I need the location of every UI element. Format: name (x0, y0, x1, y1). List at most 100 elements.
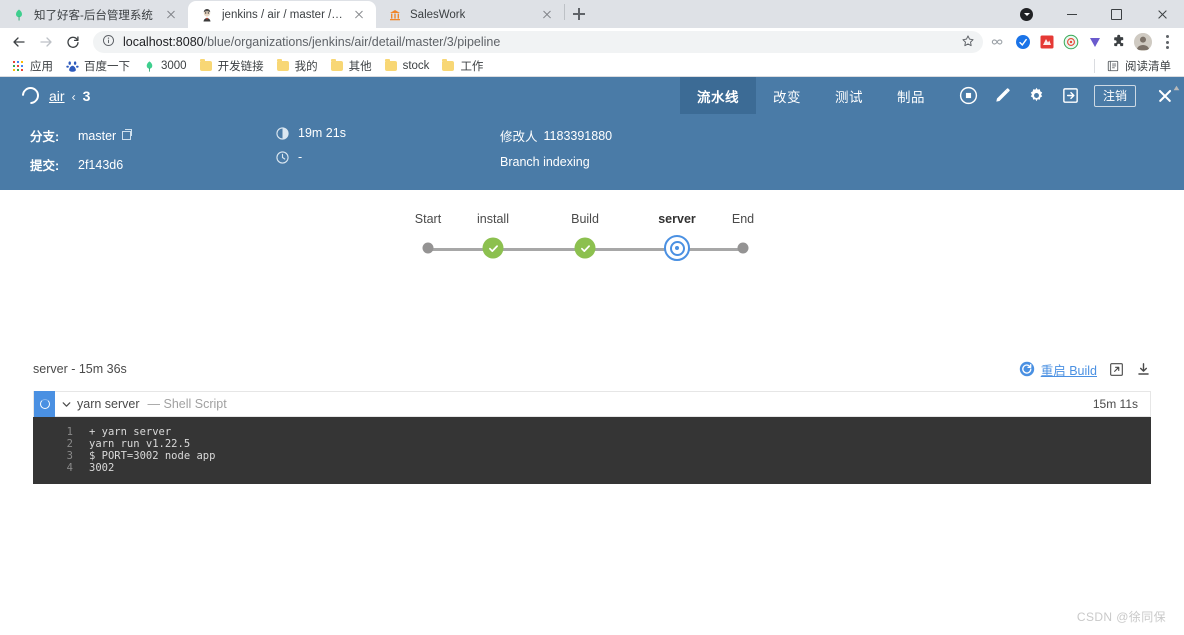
bookmark-label: 开发链接 (217, 61, 264, 73)
close-icon[interactable] (1139, 0, 1184, 28)
line-number: 2 (66, 438, 73, 450)
url-path: /blue/organizations/jenkins/air/detail/m… (203, 35, 501, 49)
avatar[interactable] (1132, 31, 1154, 53)
branch-value[interactable]: master (78, 129, 116, 143)
cause-row: Branch indexing (500, 155, 1184, 169)
external-link-icon[interactable] (122, 129, 133, 140)
console-line: 4 3002 (33, 462, 1151, 474)
extensions-puzzle-icon[interactable] (1108, 31, 1130, 53)
scroll-up-arrow-icon[interactable] (1172, 80, 1181, 91)
graph-node-end[interactable] (737, 242, 749, 254)
log-header: server - 15m 36s 重启 Build (33, 355, 1151, 383)
graph-node-build[interactable] (574, 237, 596, 259)
breadcrumb: air ‹ 3 (49, 88, 90, 104)
edit-pipeline-icon[interactable] (986, 77, 1020, 114)
folder-icon (330, 59, 344, 73)
log-title: server - 15m 36s (33, 362, 127, 376)
extension-blue-icon[interactable] (1012, 31, 1034, 53)
folder-icon (384, 59, 398, 73)
settings-gear-icon[interactable] (1020, 77, 1054, 114)
reading-list-button[interactable]: 阅读清单 (1101, 57, 1176, 75)
run-metadata: 分支: master 提交: 2f143d6 19m 21s - 修改人 118… (0, 114, 1184, 190)
graph-node-label-server: server (658, 212, 696, 226)
kebab-menu-icon[interactable] (1156, 31, 1178, 53)
bookmark-label: 我的 (294, 61, 318, 73)
changed-by-row: 修改人 1183391880 (500, 126, 1184, 145)
breadcrumb-project[interactable]: air (49, 88, 65, 104)
folder-icon (199, 59, 213, 73)
commit-row: 提交: 2f143d6 (30, 155, 275, 174)
reading-list-icon (1106, 59, 1120, 73)
download-icon[interactable] (1135, 361, 1151, 377)
minimize-icon[interactable] (1049, 0, 1094, 28)
cause-value: Branch indexing (500, 155, 590, 169)
graph-edge (493, 248, 585, 251)
browser-toolbar: localhost:8080/blue/organizations/jenkin… (0, 28, 1184, 56)
stop-run-icon[interactable] (952, 77, 986, 114)
tab-artifacts[interactable]: 制品 (880, 77, 942, 114)
queued-row: - (275, 150, 500, 164)
console-line: 3 $ PORT=3002 node app (33, 450, 1151, 462)
restart-build-label[interactable]: 重启 Build (1041, 360, 1097, 379)
browser-tab-3[interactable]: SalesWork (376, 1, 564, 28)
bookmark-stock[interactable]: stock (379, 58, 435, 74)
bookmark-3000[interactable]: 3000 (137, 58, 192, 74)
metadata-col-branch: 分支: master 提交: 2f143d6 (30, 126, 275, 174)
tab-changes[interactable]: 改变 (756, 77, 818, 114)
commit-value[interactable]: 2f143d6 (78, 158, 123, 172)
tab-tests[interactable]: 测试 (818, 77, 880, 114)
back-icon[interactable] (6, 29, 32, 55)
console-output[interactable]: 1 + yarn server 2 yarn run v1.22.5 3 $ P… (33, 417, 1151, 484)
extension-v-icon[interactable] (1084, 31, 1106, 53)
graph-node-server[interactable] (664, 235, 690, 261)
log-header-actions: 重启 Build (1019, 360, 1151, 379)
step-row[interactable]: yarn server — Shell Script 15m 11s (33, 391, 1151, 417)
logout-arrow-icon[interactable] (1054, 77, 1088, 114)
tab-close-icon[interactable] (539, 7, 555, 23)
line-text: $ PORT=3002 node app (89, 450, 216, 462)
bookmark-label: 3000 (161, 60, 187, 72)
chevron-down-icon[interactable] (55, 399, 77, 410)
site-info-icon[interactable] (102, 34, 115, 50)
line-text: 3002 (89, 462, 115, 474)
maximize-icon[interactable] (1094, 0, 1139, 28)
browser-tab-1[interactable]: 知了好客-后台管理系统 (0, 1, 188, 28)
download-chevron-icon[interactable] (1004, 0, 1049, 28)
clock-icon (275, 150, 289, 164)
duration-row: 19m 21s (275, 126, 500, 140)
bookmark-star-icon[interactable] (961, 34, 975, 51)
address-bar[interactable]: localhost:8080/blue/organizations/jenkin… (93, 31, 983, 53)
browser-tab-strip: 知了好客-后台管理系统 jenkins / air / master / #3 (0, 0, 1184, 28)
metadata-col-timing: 19m 21s - (275, 126, 500, 174)
bookmark-apps[interactable]: 应用 (6, 57, 58, 75)
success-check-icon (574, 237, 596, 259)
tab-close-icon[interactable] (351, 7, 367, 23)
extension-infinity-icon[interactable] (988, 31, 1010, 53)
leaf-icon (142, 59, 156, 73)
bookmark-other[interactable]: 其他 (325, 57, 377, 75)
bookmark-baidu[interactable]: 百度一下 (60, 57, 135, 75)
extension-red-icon[interactable] (1036, 31, 1058, 53)
browser-tab-2[interactable]: jenkins / air / master / #3 (188, 1, 376, 28)
tab-title: jenkins / air / master / #3 (222, 8, 344, 21)
step-log-section: server - 15m 36s 重启 Build yarn server — … (0, 355, 1184, 484)
reload-icon[interactable] (60, 29, 86, 55)
new-tab-button[interactable] (565, 0, 593, 28)
open-in-new-icon[interactable] (1108, 361, 1124, 377)
line-number: 3 (66, 450, 73, 462)
graph-node-start[interactable] (422, 242, 434, 254)
bookmark-work[interactable]: 工作 (436, 57, 488, 75)
jenkins-blueocean-logo[interactable] (18, 83, 43, 108)
tab-pipeline[interactable]: 流水线 (679, 77, 756, 114)
bookmark-mine[interactable]: 我的 (271, 57, 323, 75)
branch-row: 分支: master (30, 126, 275, 145)
graph-node-install[interactable] (482, 237, 504, 259)
step-type: — Shell Script (147, 397, 227, 411)
logout-button[interactable]: 注销 (1093, 84, 1136, 107)
restart-build-button[interactable]: 重启 Build (1019, 360, 1097, 379)
forward-icon[interactable] (33, 29, 59, 55)
blueocean-tabs: 流水线 改变 测试 制品 注销 (679, 77, 1184, 114)
tab-close-icon[interactable] (163, 7, 179, 23)
bookmark-dev-links[interactable]: 开发链接 (194, 57, 269, 75)
extension-target-icon[interactable] (1060, 31, 1082, 53)
